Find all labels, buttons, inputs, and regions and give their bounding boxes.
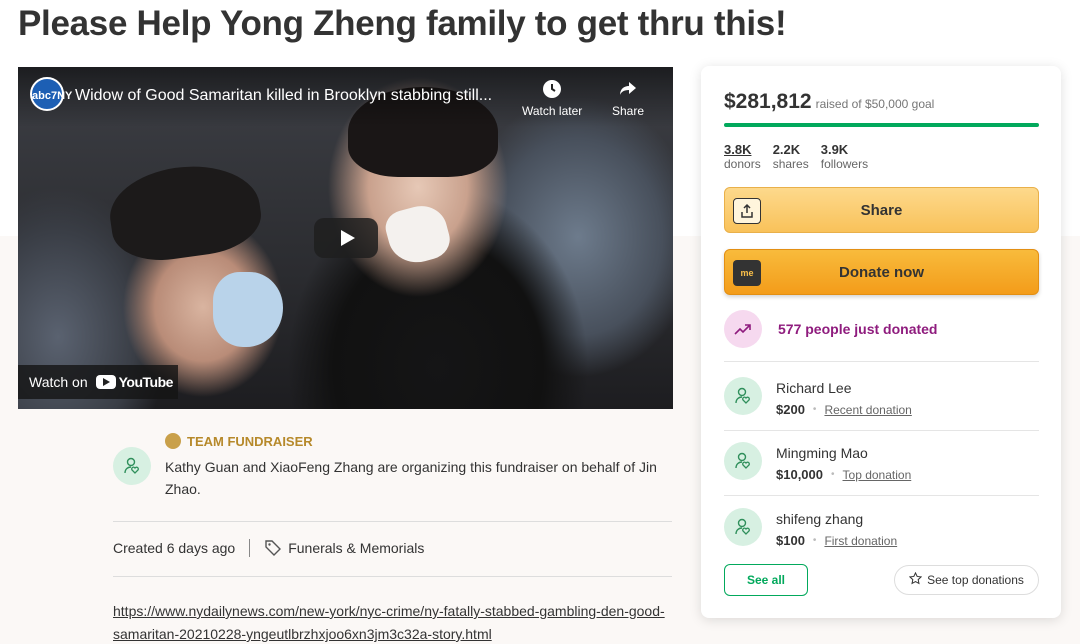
see-top-donations-button[interactable]: See top donations [894,565,1039,595]
donate-now-button[interactable]: me Donate now [724,249,1039,295]
user-heart-icon [735,452,750,469]
watch-on-label: Watch on [29,374,88,390]
donation-card: $281,812 raised of $50,000 goal 3.8K don… [701,66,1061,618]
donation-line: $100 • First donation [776,533,897,548]
donation-line: $200 • Recent donation [776,402,912,417]
video-share-label: Share [612,104,645,118]
stat-donors-label: donors [724,157,761,171]
gofundme-icon: me [733,260,761,286]
donation-type-link[interactable]: Top donation [843,468,912,482]
youtube-wordmark: YouTube [118,374,174,390]
watch-later-button[interactable]: Watch later [522,79,582,118]
donation-type-link[interactable]: Recent donation [824,403,911,417]
video-share-button[interactable]: Share [612,79,644,118]
stat-shares: 2.2K shares [773,142,809,172]
team-fundraiser-label: TEAM FUNDRAISER [165,433,313,449]
stat-donors-value: 3.8K [724,142,752,157]
watch-on-youtube-button[interactable]: Watch on YouTube [18,365,178,399]
dot-separator: • [812,404,817,415]
donor-name: shifeng zhang [776,511,864,527]
user-heart-icon [735,518,750,535]
goal-text: raised of $50,000 goal [815,97,935,111]
raised-amount: $281,812 [724,90,812,113]
dot-separator: • [812,535,817,546]
stat-followers: 3.9K followers [821,142,868,172]
story-link[interactable]: https://www.nydailynews.com/new-york/nyc… [113,600,678,644]
tag-icon [264,539,282,557]
trending-icon [724,310,762,348]
share-button-label: Share [860,201,903,219]
youtube-logo: YouTube [95,374,174,390]
team-icon [165,433,181,449]
trending-row: 577 people just donated [724,310,937,348]
see-all-button[interactable]: See all [724,564,808,596]
share-arrow-icon [612,79,644,104]
progress-fill [724,123,1039,127]
divider [724,495,1039,496]
donor-name: Richard Lee [776,380,852,396]
watch-later-label: Watch later [522,104,583,118]
stat-followers-label: followers [820,157,869,171]
divider [724,430,1039,431]
organizer-description: Kathy Guan and XiaoFeng Zhang are organi… [165,459,657,497]
dot-separator: • [831,469,835,480]
divider [113,521,672,522]
donation-line: $10,000 • Top donation [776,467,911,482]
play-button[interactable] [314,218,378,258]
stat-shares-value: 2.2K [772,142,801,157]
stat-donors[interactable]: 3.8K donors [724,142,761,172]
divider [113,576,672,577]
star-icon [908,571,923,588]
stat-shares-label: shares [772,157,809,171]
created-date: Created 6 days ago [113,540,236,556]
meta-separator [249,539,251,557]
donor-avatar [724,377,762,415]
user-heart-icon [735,387,750,404]
category-link[interactable]: Funerals & Memorials [288,540,424,556]
organizer-avatar [113,447,151,485]
page-title: Please Help Yong Zheng family to get thr… [18,4,787,43]
donation-amount: $200 [776,402,805,417]
trending-text: 577 people just donated [778,321,938,337]
donor-name: Mingming Mao [776,445,868,461]
donate-button-label: Donate now [839,263,924,281]
raised-summary: $281,812 raised of $50,000 goal [724,90,934,114]
stats-row: 3.8K donors 2.2K shares 3.9K followers [724,142,868,172]
donor-avatar [724,442,762,480]
clock-icon [522,79,582,104]
donation-amount: $10,000 [776,467,823,482]
user-heart-icon [124,457,139,474]
video-player[interactable]: abc7NY Widow of Good Samaritan killed in… [18,67,673,409]
fundraiser-meta: Created 6 days ago Funerals & Memorials [113,539,424,557]
donation-amount: $100 [776,533,805,548]
share-button[interactable]: Share [724,187,1039,233]
video-title[interactable]: Widow of Good Samaritan killed in Brookl… [75,87,515,105]
upload-share-icon [733,198,761,224]
channel-logo[interactable]: abc7NY [30,77,72,111]
divider [724,361,1039,362]
progress-bar [724,123,1039,127]
see-top-label: See top donations [927,573,1024,587]
donor-avatar [724,508,762,546]
stat-followers-value: 3.9K [820,142,849,157]
team-fundraiser-text: TEAM FUNDRAISER [187,433,313,449]
donation-type-link[interactable]: First donation [824,534,897,548]
youtube-play-icon [95,375,116,389]
